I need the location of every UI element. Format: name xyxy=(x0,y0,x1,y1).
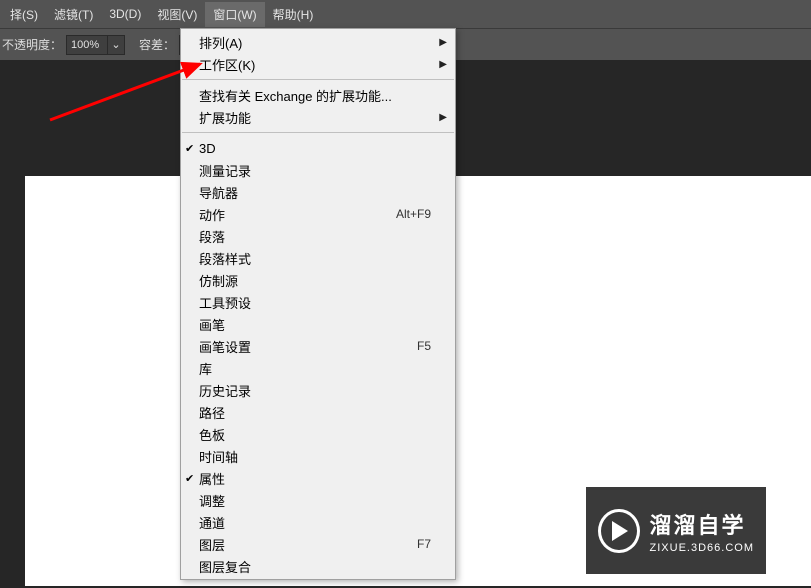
check-icon: ✔ xyxy=(185,472,194,485)
shortcut-text: Alt+F9 xyxy=(396,207,431,221)
menu-workspace[interactable]: 工作区(K) ▶ xyxy=(181,53,455,75)
menu-libraries[interactable]: 库 xyxy=(181,357,455,379)
menu-3d[interactable]: 3D(D) xyxy=(101,3,149,25)
menu-navigator[interactable]: 导航器 xyxy=(181,181,455,203)
submenu-arrow-icon: ▶ xyxy=(439,59,447,70)
menu-extensions[interactable]: 扩展功能 ▶ xyxy=(181,106,455,128)
tolerance-label: 容差： xyxy=(139,36,175,53)
menu-paragraph-styles[interactable]: 段落样式 xyxy=(181,247,455,269)
menubar: 择(S) 滤镜(T) 3D(D) 视图(V) 窗口(W) 帮助(H) xyxy=(0,0,811,28)
menu-paragraph[interactable]: 段落 xyxy=(181,225,455,247)
menu-timeline[interactable]: 时间轴 xyxy=(181,445,455,467)
watermark-title: 溜溜自学 xyxy=(650,508,754,540)
menu-brush-settings[interactable]: 画笔设置 F5 xyxy=(181,335,455,357)
watermark-url: ZIXUE.3D66.COM xyxy=(650,542,754,554)
opacity-input[interactable] xyxy=(66,35,108,55)
window-menu-dropdown: 排列(A) ▶ 工作区(K) ▶ 查找有关 Exchange 的扩展功能... … xyxy=(180,28,456,580)
menu-channels[interactable]: 通道 xyxy=(181,511,455,533)
menu-paths[interactable]: 路径 xyxy=(181,401,455,423)
menu-measurement-log[interactable]: 测量记录 xyxy=(181,159,455,181)
menu-select[interactable]: 择(S) xyxy=(2,2,46,27)
shortcut-text: F5 xyxy=(417,339,431,353)
menu-divider xyxy=(182,79,454,80)
menu-layer-comps[interactable]: 图层复合 xyxy=(181,555,455,577)
menu-layers[interactable]: 图层 F7 xyxy=(181,533,455,555)
menu-3d-panel[interactable]: ✔ 3D xyxy=(181,137,455,159)
menu-actions[interactable]: 动作 Alt+F9 xyxy=(181,203,455,225)
menu-filter[interactable]: 滤镜(T) xyxy=(46,2,101,27)
menu-window[interactable]: 窗口(W) xyxy=(205,2,264,27)
menu-clone-source[interactable]: 仿制源 xyxy=(181,269,455,291)
submenu-arrow-icon: ▶ xyxy=(439,112,447,123)
opacity-dropdown-icon[interactable]: ⌄ xyxy=(107,35,125,55)
watermark: 溜溜自学 ZIXUE.3D66.COM xyxy=(586,487,766,574)
menu-view[interactable]: 视图(V) xyxy=(149,2,205,27)
menu-divider xyxy=(182,132,454,133)
submenu-arrow-icon: ▶ xyxy=(439,37,447,48)
check-icon: ✔ xyxy=(185,142,194,155)
play-icon xyxy=(598,509,640,553)
menu-arrange[interactable]: 排列(A) ▶ xyxy=(181,31,455,53)
menu-tool-presets[interactable]: 工具预设 xyxy=(181,291,455,313)
menu-help[interactable]: 帮助(H) xyxy=(265,2,322,27)
menu-adjustments[interactable]: 调整 xyxy=(181,489,455,511)
menu-brush[interactable]: 画笔 xyxy=(181,313,455,335)
menu-swatches[interactable]: 色板 xyxy=(181,423,455,445)
opacity-label: 不透明度： xyxy=(2,36,62,53)
menu-history[interactable]: 历史记录 xyxy=(181,379,455,401)
menu-exchange-extensions[interactable]: 查找有关 Exchange 的扩展功能... xyxy=(181,84,455,106)
shortcut-text: F7 xyxy=(417,537,431,551)
menu-properties[interactable]: ✔ 属性 xyxy=(181,467,455,489)
